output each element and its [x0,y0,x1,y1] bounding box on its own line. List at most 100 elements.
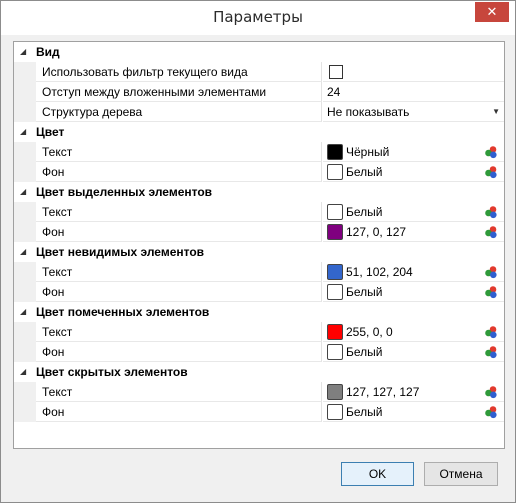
category-header[interactable]: ◢ Цвет выделенных элементов [14,182,504,202]
category-label: Цвет скрытых элементов [36,365,188,379]
ok-button[interactable]: OK [341,462,414,486]
category-label: Цвет помеченных элементов [36,305,210,319]
row-gutter [14,342,36,362]
property-row[interactable]: Текст 51, 102, 204 [14,262,504,282]
cancel-button[interactable]: Отмена [424,462,498,486]
expanded-triangle-icon[interactable]: ◢ [20,182,26,202]
row-gutter [14,162,36,182]
property-value[interactable]: Белый [323,282,504,302]
expanded-triangle-icon[interactable]: ◢ [20,362,26,382]
property-value[interactable]: 127, 127, 127 [323,382,504,402]
property-value[interactable]: Белый [323,342,504,362]
color-palette-icon[interactable] [484,345,498,359]
row-gutter [14,262,36,282]
category-header[interactable]: ◢ Цвет невидимых элементов [14,242,504,262]
filter-checkbox[interactable] [329,65,343,79]
color-swatch[interactable] [327,403,343,420]
property-name: Текст [36,322,322,342]
property-value[interactable]: 255, 0, 0 [323,322,504,342]
color-swatch[interactable] [327,163,343,180]
dropdown-arrow-icon[interactable]: ▼ [492,102,500,122]
property-name: Отступ между вложенными элементами [36,82,322,102]
property-value[interactable]: Белый [323,202,504,222]
expanded-triangle-icon[interactable]: ◢ [20,302,26,322]
color-swatch[interactable] [327,203,343,220]
property-value[interactable]: 127, 0, 127 [323,222,504,242]
row-gutter [14,382,36,402]
property-name: Текст [36,262,322,282]
category-label: Цвет [36,125,65,139]
category-label: Цвет невидимых элементов [36,245,205,259]
property-row[interactable]: Текст 255, 0, 0 [14,322,504,342]
close-button[interactable]: ✕ [475,2,509,22]
row-gutter [14,282,36,302]
row-gutter [14,62,36,82]
color-palette-icon[interactable] [484,145,498,159]
property-name: Текст [36,142,322,162]
property-name: Текст [36,382,322,402]
category-label: Вид [36,45,60,59]
property-row[interactable]: Фон Белый [14,342,504,362]
color-palette-icon[interactable] [484,225,498,239]
row-gutter [14,202,36,222]
property-value[interactable]: 24 [323,82,504,102]
property-name: Фон [36,222,322,242]
property-value[interactable]: Белый [323,162,504,182]
color-palette-icon[interactable] [484,385,498,399]
property-value[interactable]: Чёрный [323,142,504,162]
color-palette-icon[interactable] [484,325,498,339]
property-value[interactable]: Не показывать ▼ [323,102,504,122]
row-gutter [14,102,36,122]
color-swatch[interactable] [327,383,343,400]
color-palette-icon[interactable] [484,285,498,299]
property-name: Текст [36,202,322,222]
property-row[interactable]: Текст 127, 127, 127 [14,382,504,402]
expanded-triangle-icon[interactable]: ◢ [20,242,26,262]
row-gutter [14,322,36,342]
property-row[interactable]: Фон Белый [14,402,504,422]
property-row[interactable]: Фон Белый [14,282,504,302]
color-swatch[interactable] [327,343,343,360]
category-header[interactable]: ◢ Вид [14,42,504,62]
color-value: 127, 127, 127 [346,385,420,399]
property-row[interactable]: Фон Белый [14,162,504,182]
expanded-triangle-icon[interactable]: ◢ [20,42,26,62]
color-palette-icon[interactable] [484,165,498,179]
title-bar: Параметры ✕ [1,1,515,35]
options-dialog: Параметры ✕ ◢ Вид Использовать фильтр теку… [0,0,516,503]
color-swatch[interactable] [327,323,343,340]
color-swatch[interactable] [327,223,343,240]
color-value: 51, 102, 204 [346,265,413,279]
row-gutter [14,82,36,102]
tree-structure-select[interactable]: Не показывать [327,105,409,119]
window-title: Параметры [213,8,303,26]
property-row[interactable]: Фон 127, 0, 127 [14,222,504,242]
property-value[interactable]: Белый [323,402,504,422]
category-header[interactable]: ◢ Цвет помеченных элементов [14,302,504,322]
property-value[interactable] [323,62,504,82]
color-swatch[interactable] [327,143,343,160]
category-header[interactable]: ◢ Цвет [14,122,504,142]
property-name: Структура дерева [36,102,322,122]
indent-value[interactable]: 24 [327,85,340,99]
color-value: Белый [346,205,383,219]
color-swatch[interactable] [327,283,343,300]
expanded-triangle-icon[interactable]: ◢ [20,122,26,142]
color-swatch[interactable] [327,263,343,280]
color-palette-icon[interactable] [484,265,498,279]
property-row[interactable]: Использовать фильтр текущего вида [14,62,504,82]
color-palette-icon[interactable] [484,405,498,419]
property-row[interactable]: Структура дерева Не показывать ▼ [14,102,504,122]
color-palette-icon[interactable] [484,205,498,219]
row-gutter [14,402,36,422]
property-row[interactable]: Отступ между вложенными элементами 24 [14,82,504,102]
property-row[interactable]: Текст Чёрный [14,142,504,162]
property-value[interactable]: 51, 102, 204 [323,262,504,282]
category-header[interactable]: ◢ Цвет скрытых элементов [14,362,504,382]
property-name: Фон [36,402,322,422]
category-label: Цвет выделенных элементов [36,185,213,199]
color-value: Чёрный [346,145,390,159]
color-value: 255, 0, 0 [346,325,393,339]
property-row[interactable]: Текст Белый [14,202,504,222]
property-name: Фон [36,282,322,302]
